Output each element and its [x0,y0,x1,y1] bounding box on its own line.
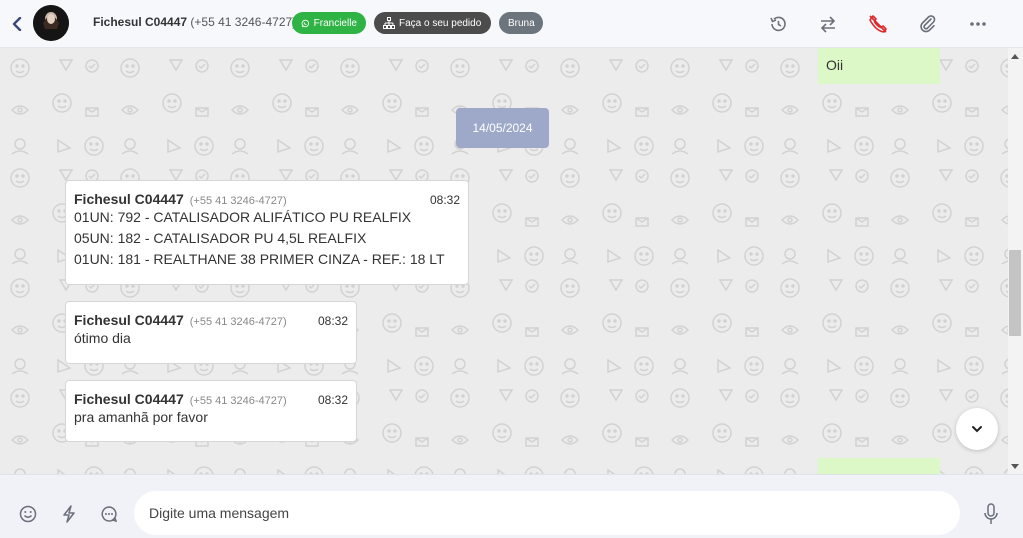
message-input[interactable] [134,491,960,535]
agent-tag-label: Bruna [508,17,535,29]
date-separator: 14/05/2024 [456,108,549,148]
whatsapp-tag[interactable]: Francielle [292,12,366,34]
message-text-line: pra amanhã por favor [74,409,208,425]
agent-tag[interactable]: Bruna [499,12,543,34]
message-time: 08:32 [317,393,348,407]
outgoing-message[interactable]: Oii [818,48,940,84]
order-tag[interactable]: Faça o seu pedido [374,12,491,34]
scrollbar-thumb[interactable] [1009,250,1021,336]
whatsapp-tag-label: Francielle [313,17,357,29]
contact-phone: (+55 41 3246-4727) [190,15,297,29]
sender-name: Fichesul C04447 [74,391,184,407]
chat-header: Fichesul C04447 (+55 41 3246-4727) Franc… [0,0,1023,48]
message-text-line: 01UN: 792 - CATALISADOR ALIFÁTICO PU REA… [74,209,412,225]
message-header: Fichesul C04447 (+55 41 3246-4727) 08:32 [74,312,348,328]
history-icon[interactable] [766,12,790,36]
quick-reply-icon[interactable] [58,503,80,525]
order-tag-label: Faça o seu pedido [399,17,482,29]
incoming-message[interactable]: Fichesul C04447 (+55 41 3246-4727) 08:32… [65,180,469,285]
contact-name-label: Fichesul C04447 [93,15,188,29]
avatar[interactable] [33,5,69,41]
microphone-icon[interactable] [980,501,1002,527]
message-composer [0,474,1023,538]
sender-phone: (+55 41 3246-4727) [189,395,287,407]
sender-name: Fichesul C04447 [74,191,184,207]
chat-bubble-icon[interactable] [98,503,120,525]
chat-scrollbar[interactable] [1008,48,1023,474]
whatsapp-icon [301,19,310,27]
scroll-to-bottom-button[interactable] [956,408,998,450]
outgoing-message-text: Oii [826,57,844,73]
emoji-icon[interactable] [17,503,39,525]
end-call-icon[interactable] [866,12,890,36]
chevron-down-icon [972,426,982,433]
date-separator-label: 14/05/2024 [472,121,533,135]
sender-name: Fichesul C04447 [74,312,184,328]
message-header: Fichesul C04447 (+55 41 3246-4727) 08:32 [74,191,460,207]
chat-area[interactable]: Oii 14/05/2024 Fichesul C04447 (+55 41 3… [0,48,1008,474]
message-text-line: 01UN: 181 - REALTHANE 38 PRIMER CINZA - … [74,251,445,267]
scroll-down-arrow-icon[interactable] [1011,464,1019,469]
incoming-message[interactable]: Fichesul C04447 (+55 41 3246-4727) 08:32… [65,380,357,442]
transfer-icon[interactable] [816,12,840,36]
message-text-line: ótimo dia [74,330,131,346]
scroll-up-arrow-icon[interactable] [1011,54,1019,59]
org-chart-icon [383,17,395,29]
message-text-line: 05UN: 182 - CATALISADOR PU 4,5L REALFIX [74,230,367,246]
attachment-icon[interactable] [916,12,940,36]
sender-phone: (+55 41 3246-4727) [189,316,287,328]
incoming-message[interactable]: Fichesul C04447 (+55 41 3246-4727) 08:32… [65,301,357,364]
message-time: 08:32 [429,193,460,207]
sender-phone: (+55 41 3246-4727) [189,195,287,207]
back-arrow-icon[interactable] [8,14,26,34]
more-options-icon[interactable] [966,12,990,36]
outgoing-message-partial[interactable] [818,458,940,474]
contact-name: Fichesul C04447 (+55 41 3246-4727) [93,15,296,29]
message-header: Fichesul C04447 (+55 41 3246-4727) 08:32 [74,391,348,407]
message-time: 08:32 [317,314,348,328]
